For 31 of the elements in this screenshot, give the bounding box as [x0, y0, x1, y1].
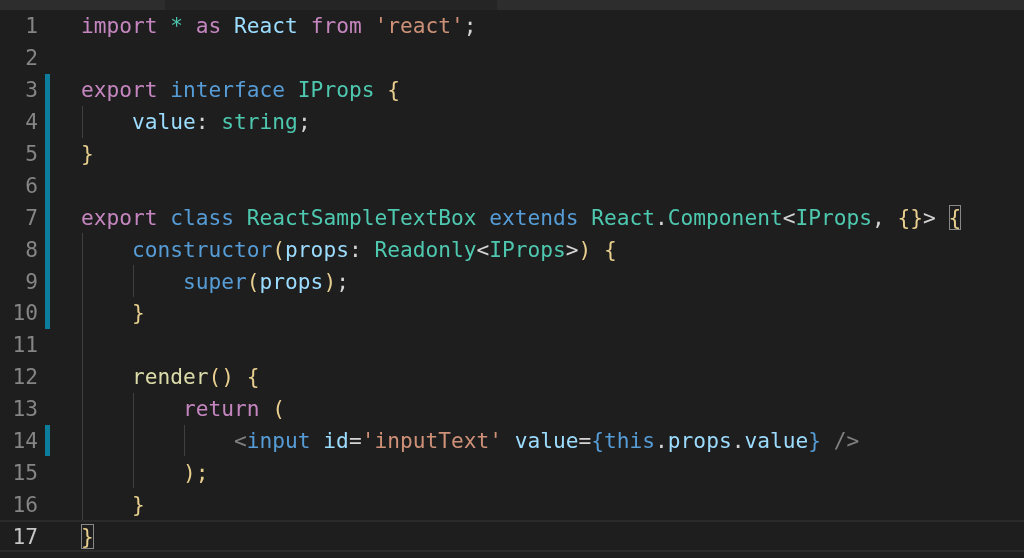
code-line: <input id='inputText' value={this.props.value} /> [233, 428, 860, 453]
code-line: } [131, 491, 145, 517]
line-number: 10 [11, 300, 38, 326]
line-number: 16 [11, 491, 38, 517]
code-line: value: string; [131, 109, 311, 135]
code-line: import * as React from 'react'; [81, 13, 477, 39]
line-number: 14 [11, 428, 38, 453]
line-number: 12 [11, 364, 38, 390]
line-number: 4 [24, 109, 38, 135]
line-number: 15 [11, 459, 38, 485]
line-number: 3 [24, 77, 38, 103]
line-number: 11 [11, 332, 38, 358]
line-number: 7 [24, 204, 38, 230]
line-number: 13 [11, 396, 38, 422]
code-line: super(props); [182, 268, 349, 294]
line-number: 5 [24, 141, 38, 166]
code-line: ); [182, 459, 209, 485]
code-line: export interface IProps { [81, 77, 400, 103]
line-number: 17 [11, 523, 38, 549]
code-line: export class ReactSampleTextBox extends React.Component<IProps, {}> { [81, 204, 962, 230]
code-line: } [81, 523, 94, 549]
code-line: render() { [131, 364, 260, 390]
line-number: 6 [24, 172, 38, 198]
code-line: constructor(props: Readonly<IProps>) { [131, 236, 617, 262]
code-line: } [131, 300, 145, 326]
code-line: return ( [182, 396, 286, 422]
line-number: 8 [24, 236, 38, 262]
line-number: 1 [24, 13, 38, 39]
line-number: 2 [24, 45, 38, 71]
line-number: 9 [24, 268, 38, 294]
code-line: } [81, 141, 94, 166]
